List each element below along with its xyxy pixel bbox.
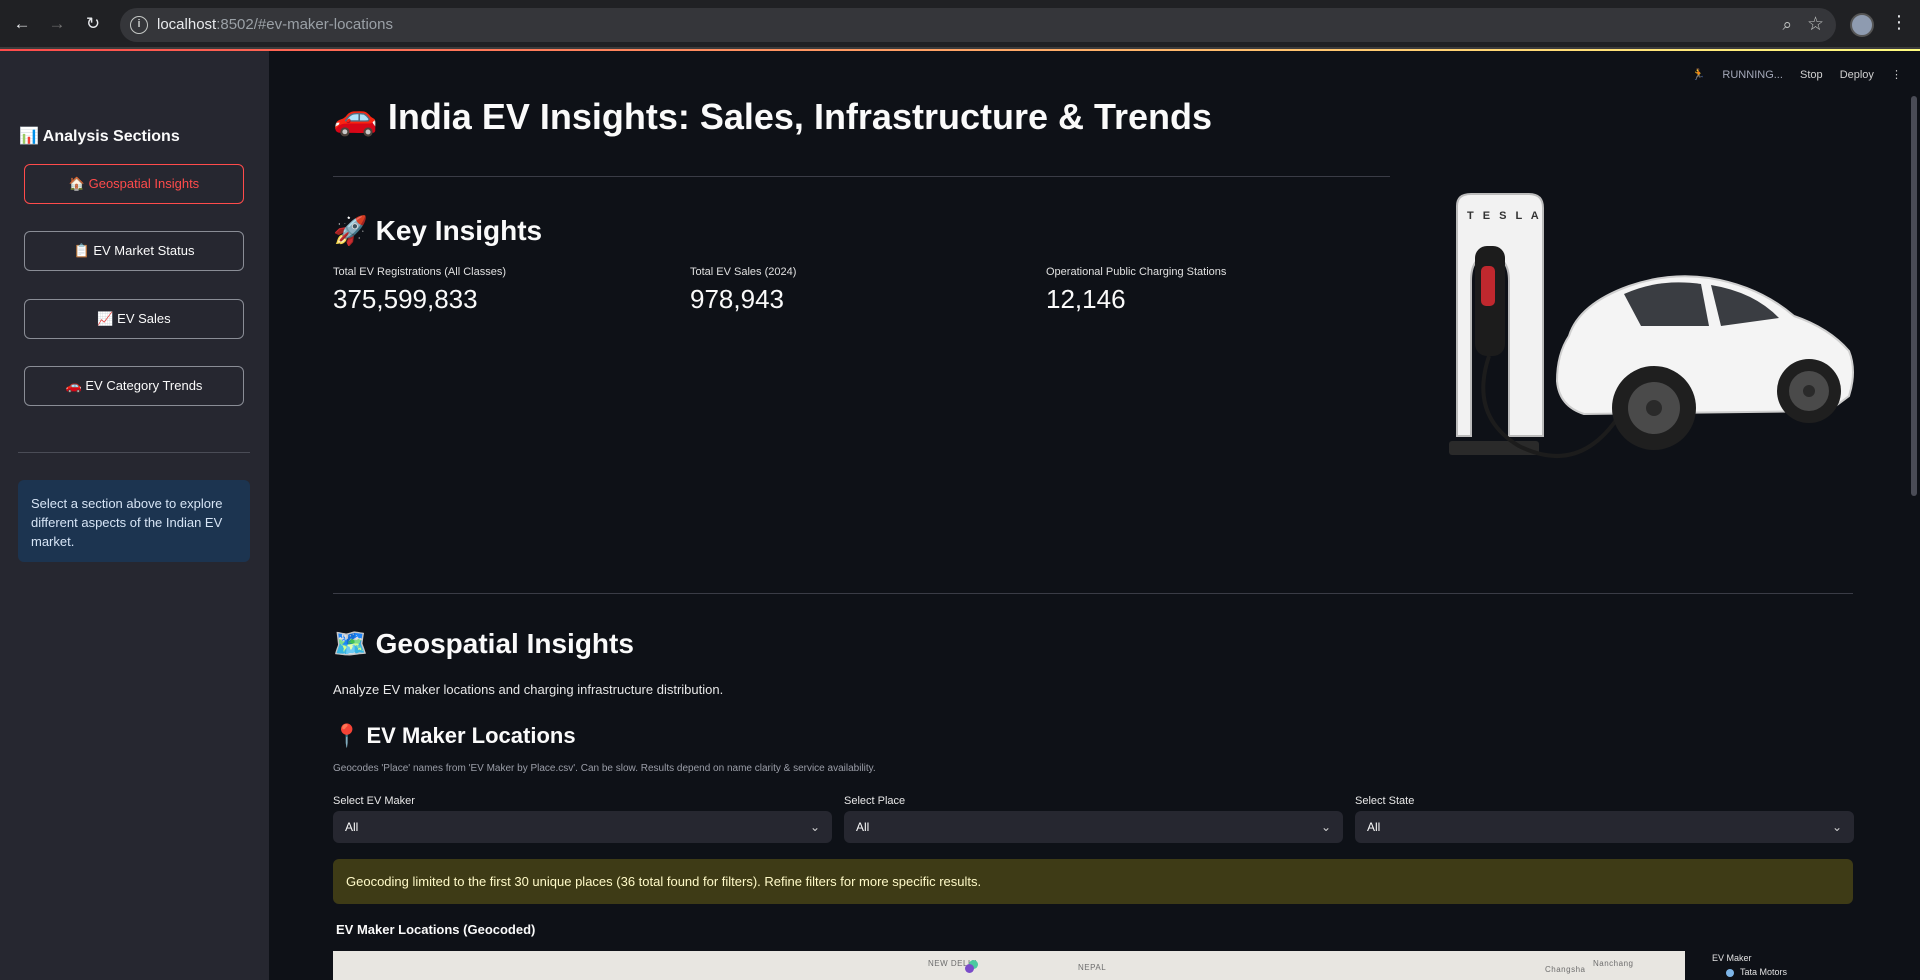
sidebar-divider [18, 452, 250, 453]
select-value: All [856, 820, 870, 834]
metric-value: 978,943 [690, 284, 784, 314]
url-path: :8502/#ev-maker-locations [216, 16, 393, 33]
forward-icon[interactable]: → [46, 13, 68, 35]
browser-menu-icon[interactable]: ⋮ [1890, 12, 1908, 33]
app-toolbar: 🏃 RUNNING... Stop Deploy ⋮ [1678, 68, 1902, 81]
geocode-caption: Geocodes 'Place' names from 'EV Maker by… [333, 763, 876, 774]
sidebar-item-ev-sales[interactable]: 📈 EV Sales [24, 299, 244, 339]
place-select[interactable]: All ⌄ [844, 811, 1343, 843]
ev-maker-map[interactable]: NEW DELHI NEPAL Nanchang Changsha [333, 951, 1685, 980]
state-select[interactable]: All ⌄ [1355, 811, 1854, 843]
back-icon[interactable]: ← [11, 13, 33, 35]
reload-icon[interactable]: ↻ [82, 13, 104, 35]
sidebar-item-geospatial-insights[interactable]: 🏠 Geospatial Insights [24, 164, 244, 204]
geocoding-warning: Geocoding limited to the first 30 unique… [333, 859, 1853, 904]
zoom-icon[interactable]: ⌕ [1782, 15, 1792, 35]
legend-item[interactable]: Tata Motors [1712, 967, 1787, 977]
legend-swatch [1726, 968, 1734, 977]
chevron-down-icon: ⌄ [809, 820, 820, 834]
sidebar-item-ev-category-trends[interactable]: 🚗 EV Category Trends [24, 366, 244, 406]
filter-ev-maker: Select EV Maker All ⌄ [333, 795, 832, 843]
map-marker[interactable] [965, 964, 974, 973]
metric-label: Total EV Sales (2024) [690, 266, 797, 278]
page-title: 🚗 India EV Insights: Sales, Infrastructu… [333, 96, 1213, 137]
legend-label: Tata Motors [1740, 967, 1788, 977]
key-insights-heading: 🚀 Key Insights [333, 215, 543, 246]
filter-label: Select State [1355, 795, 1415, 807]
divider [333, 593, 1853, 594]
filter-place: Select Place All ⌄ [844, 795, 1343, 843]
filter-state: Select State All ⌄ [1355, 795, 1854, 843]
ev-charging-image: T E S L A [1449, 193, 1854, 458]
map-label: Nanchang [1593, 959, 1634, 968]
map-label: Changsha [1545, 965, 1586, 974]
chevron-down-icon: ⌄ [1320, 820, 1331, 834]
geospatial-description: Analyze EV maker locations and charging … [333, 682, 724, 697]
metric-total-registrations: Total EV Registrations (All Classes) 375… [333, 266, 506, 315]
metric-charging-stations: Operational Public Charging Stations 12,… [1046, 266, 1226, 315]
browser-toolbar: ← → ↻ i localhost:8502/#ev-maker-locatio… [0, 0, 1920, 49]
chevron-down-icon: ⌄ [1831, 820, 1842, 834]
divider [333, 176, 1390, 177]
sidebar-info-box: Select a section above to explore differ… [18, 480, 250, 562]
scrollbar[interactable] [1911, 96, 1917, 496]
ev-maker-locations-heading: 📍 EV Maker Locations [333, 723, 576, 748]
select-value: All [1367, 820, 1381, 834]
deploy-button[interactable]: Deploy [1840, 69, 1874, 81]
svg-text:T E S L A: T E S L A [1467, 210, 1542, 222]
geospatial-heading: 🗺️ Geospatial Insights [333, 628, 634, 659]
app-menu-icon[interactable]: ⋮ [1891, 69, 1902, 81]
address-bar[interactable]: i localhost:8502/#ev-maker-locations ⌕ ☆ [120, 8, 1836, 42]
main-content: 🏃 RUNNING... Stop Deploy ⋮ 🚗 India EV In… [269, 51, 1920, 980]
site-info-icon[interactable]: i [130, 16, 148, 34]
metric-label: Total EV Registrations (All Classes) [333, 266, 507, 278]
ev-maker-select[interactable]: All ⌄ [333, 811, 832, 843]
bookmark-star-icon[interactable]: ☆ [1807, 13, 1824, 36]
sidebar-title: 📊 Analysis Sections [19, 128, 180, 145]
running-icon: 🏃 [1691, 69, 1706, 81]
filter-label: Select Place [844, 795, 906, 807]
filter-label: Select EV Maker [333, 795, 415, 807]
metric-value: 12,146 [1046, 284, 1126, 314]
map-title: EV Maker Locations (Geocoded) [336, 922, 536, 937]
metric-total-sales: Total EV Sales (2024) 978,943 [690, 266, 796, 315]
metric-label: Operational Public Charging Stations [1046, 266, 1227, 278]
url-text[interactable]: localhost:8502/#ev-maker-locations [157, 16, 393, 33]
legend-title: EV Maker [1712, 953, 1752, 963]
stop-button[interactable]: Stop [1800, 69, 1823, 81]
url-host: localhost [157, 16, 217, 33]
profile-avatar[interactable] [1850, 13, 1874, 37]
select-value: All [345, 820, 359, 834]
map-legend: EV Maker Tata Motors [1712, 953, 1787, 977]
metric-value: 375,599,833 [333, 284, 478, 314]
map-label: NEPAL [1078, 963, 1107, 972]
running-status: RUNNING... [1722, 69, 1783, 81]
sidebar-item-ev-market-status[interactable]: 📋 EV Market Status [24, 231, 244, 271]
